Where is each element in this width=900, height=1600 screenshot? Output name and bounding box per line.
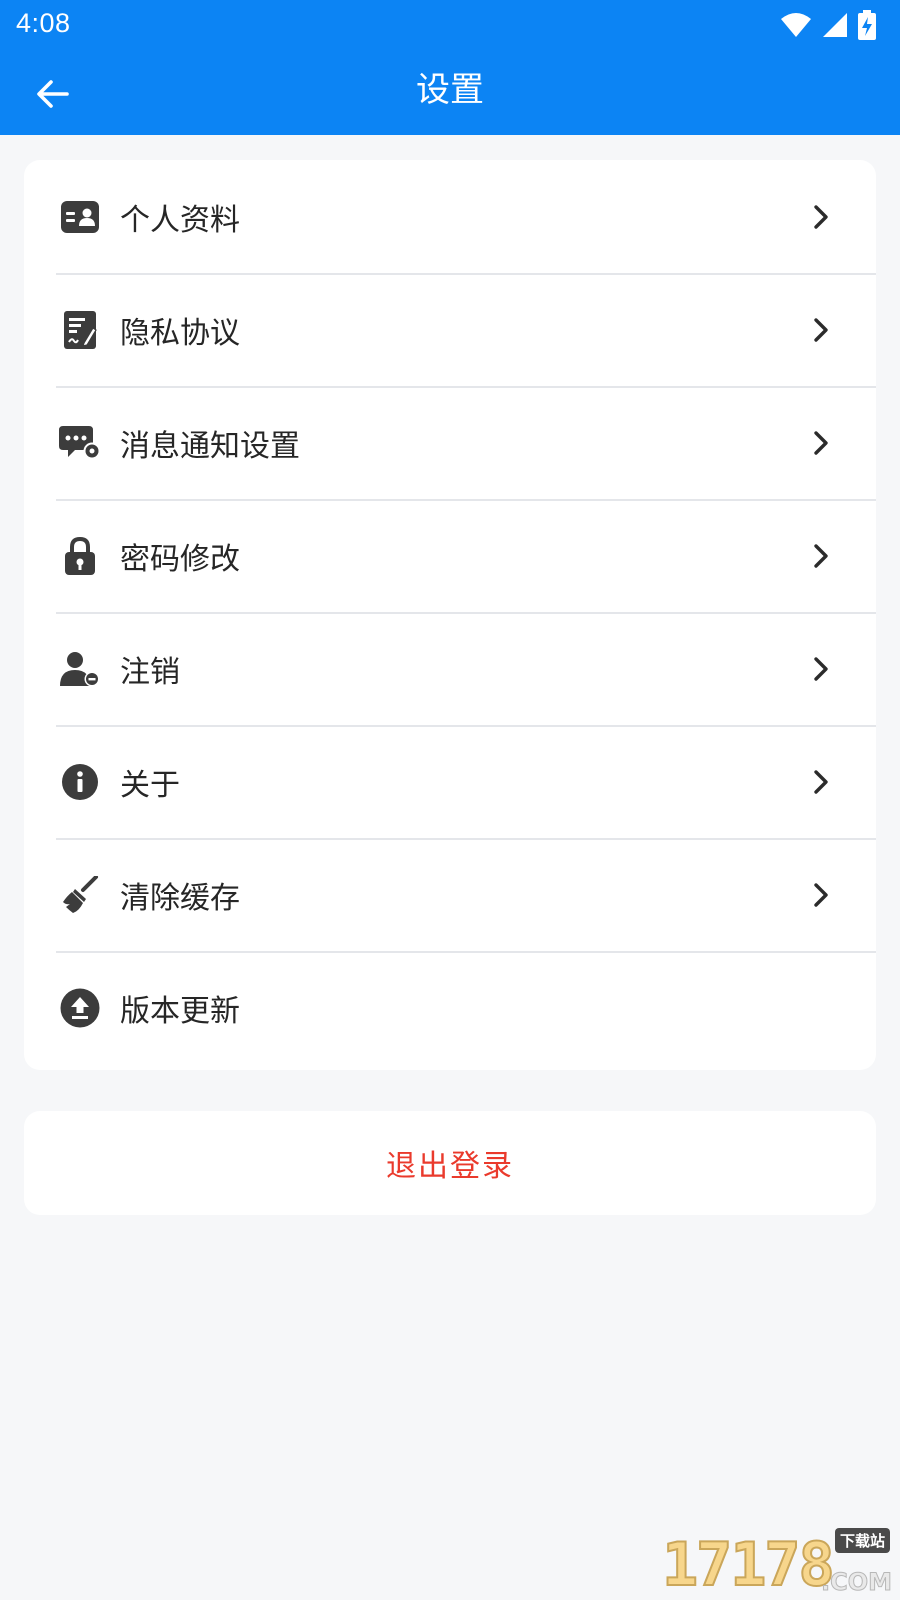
app-bar: 4:08 设置 (0, 0, 900, 135)
logout-button[interactable]: 退出登录 (24, 1111, 876, 1215)
upload-icon (58, 986, 102, 1030)
id-card-icon (58, 195, 102, 239)
signed-document-icon (58, 308, 102, 352)
menu-item-label: 消息通知设置 (120, 428, 300, 464)
wifi-icon (781, 13, 811, 37)
watermark-logo: 17178 .COM 下载站 (661, 1528, 893, 1600)
watermark-domain: .COM (820, 1568, 892, 1597)
menu-item-label: 注销 (120, 654, 180, 690)
watermark-site: 下载站 (834, 1528, 890, 1553)
menu-item-label: 密码修改 (120, 541, 240, 577)
menu-item-privacy-agreement[interactable]: 隐私协议 (24, 273, 876, 386)
chevron-right-icon (808, 428, 834, 458)
chevron-right-icon (808, 202, 834, 232)
menu-item-notification-settings[interactable]: 消息通知设置 (24, 386, 876, 499)
chevron-right-icon (808, 315, 834, 345)
menu-item-version-update[interactable]: 版本更新 (24, 951, 876, 1064)
menu-item-label: 隐私协议 (120, 315, 240, 351)
chevron-right-icon (808, 541, 834, 571)
info-icon (58, 760, 102, 804)
menu-item-label: 版本更新 (120, 993, 240, 1029)
logout-label: 退出登录 (386, 1149, 514, 1184)
broom-icon (58, 873, 102, 917)
message-settings-icon (58, 421, 102, 465)
page-title: 设置 (416, 70, 484, 110)
menu-item-label: 关于 (120, 767, 180, 803)
cellular-signal-icon (823, 13, 847, 37)
menu-item-about[interactable]: 关于 (24, 725, 876, 838)
user-remove-icon (58, 647, 102, 691)
menu-item-label: 清除缓存 (120, 880, 240, 916)
chevron-right-icon (808, 654, 834, 684)
status-time: 4:08 (16, 8, 71, 38)
menu-item-deregister[interactable]: 注销 (24, 612, 876, 725)
settings-menu: 个人资料 隐私协议 消息通知设置 密码修改 注销 关于 清除缓存 版本更新 (24, 160, 876, 1070)
status-icons (780, 8, 876, 42)
lock-icon (58, 534, 102, 578)
menu-item-change-password[interactable]: 密码修改 (24, 499, 876, 612)
watermark-number: 17178 (661, 1530, 836, 1600)
battery-charging-icon (858, 10, 876, 40)
chevron-right-icon (808, 767, 834, 797)
menu-item-label: 个人资料 (120, 202, 240, 238)
menu-item-profile[interactable]: 个人资料 (24, 160, 876, 273)
chevron-right-icon (808, 880, 834, 910)
menu-item-clear-cache[interactable]: 清除缓存 (24, 838, 876, 951)
